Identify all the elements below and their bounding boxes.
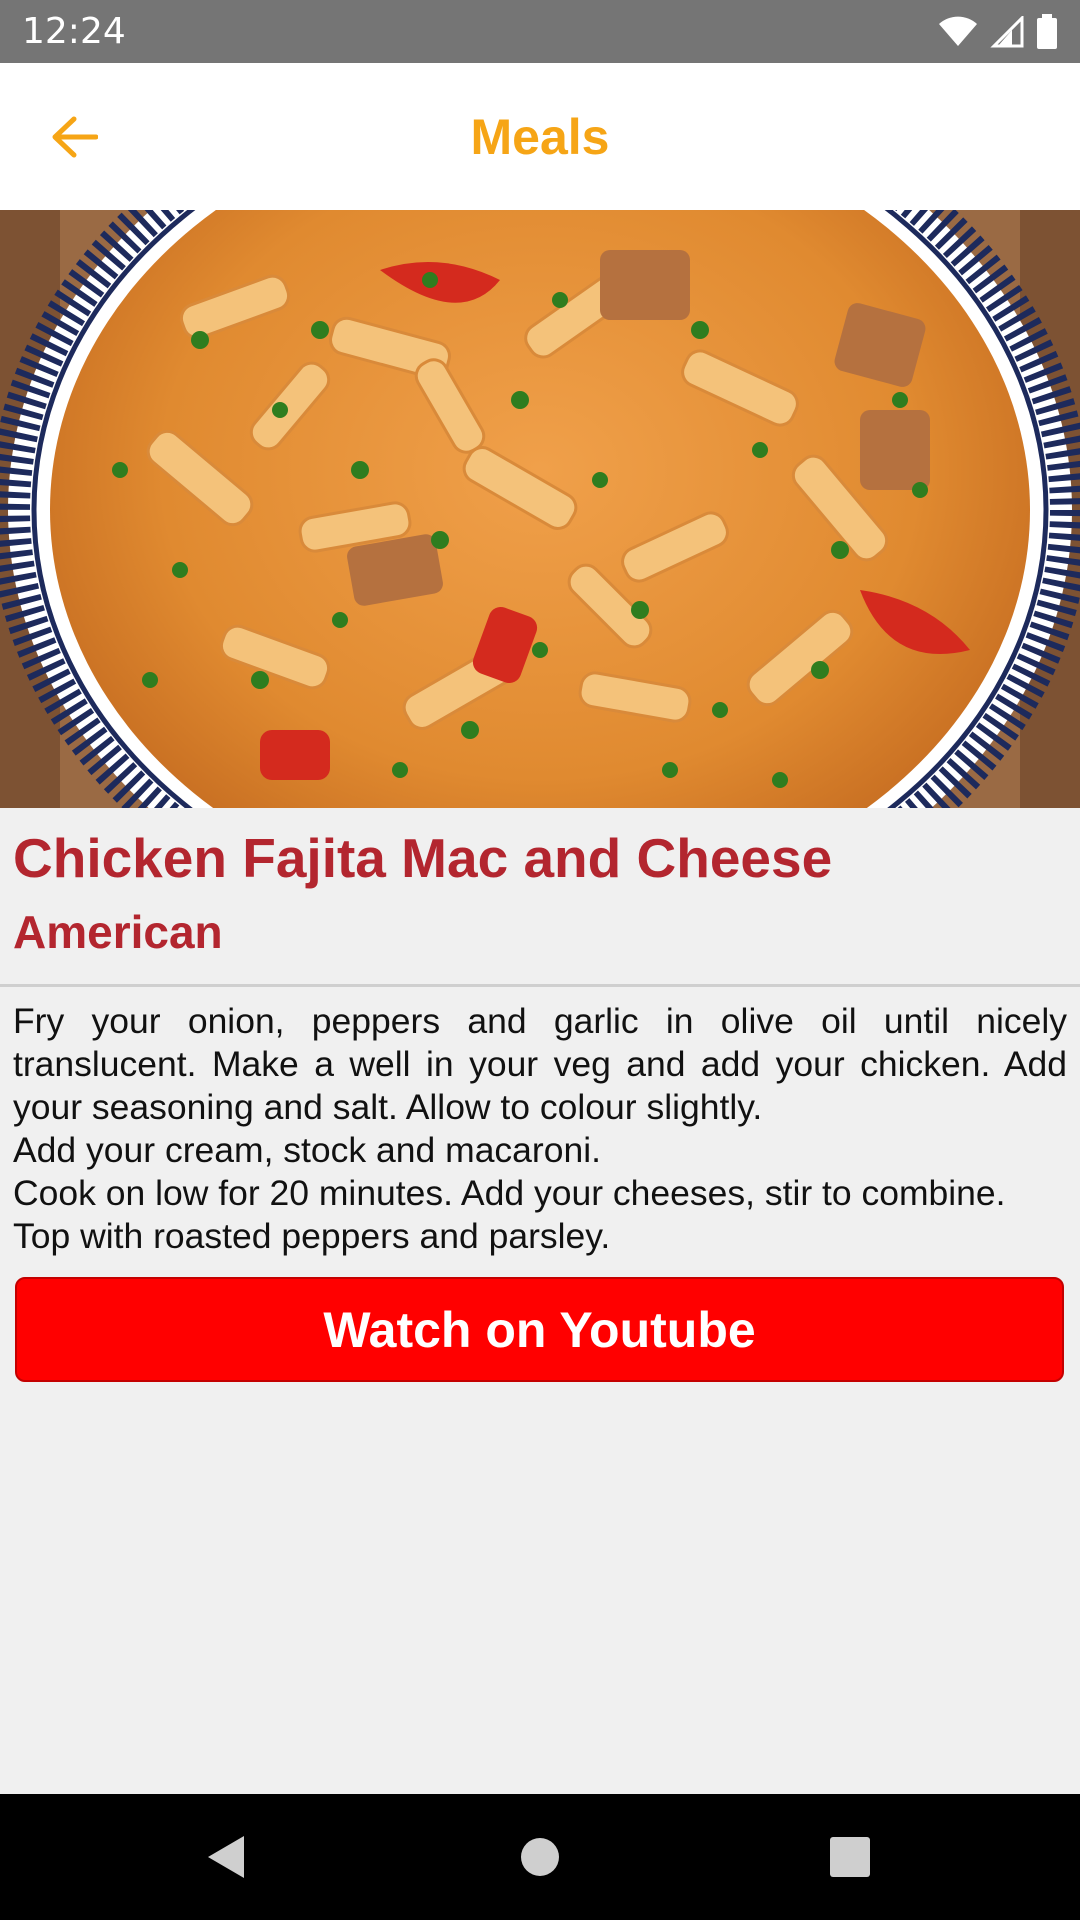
nav-recents-button[interactable] — [790, 1794, 910, 1920]
nav-home-button[interactable] — [480, 1794, 600, 1920]
status-bar: 12:24 — [0, 0, 1080, 63]
battery-icon — [1037, 13, 1057, 49]
meal-area: American — [13, 906, 223, 958]
divider — [0, 984, 1080, 987]
app-bar: Meals — [0, 63, 1080, 210]
meal-name: Chicken Fajita Mac and Cheese — [13, 827, 833, 889]
nav-back-button[interactable] — [166, 1794, 286, 1920]
status-icons — [938, 13, 1058, 50]
arrow-left-icon — [52, 116, 98, 158]
recents-square-icon — [830, 1837, 870, 1877]
back-button[interactable] — [44, 110, 104, 164]
home-circle-icon — [521, 1838, 559, 1876]
meal-instructions: Fry your onion, peppers and garlic in ol… — [13, 1001, 1067, 1256]
meal-photo-illustration — [0, 210, 1080, 808]
watch-on-youtube-button[interactable]: Watch on Youtube — [15, 1277, 1064, 1382]
system-nav-bar — [0, 1794, 1080, 1920]
back-triangle-icon — [208, 1836, 244, 1878]
status-time: 12:24 — [22, 11, 126, 52]
page-title: Meals — [470, 108, 610, 165]
meal-image — [0, 210, 1080, 808]
wifi-icon — [939, 16, 977, 46]
signal-icon — [990, 15, 1024, 47]
